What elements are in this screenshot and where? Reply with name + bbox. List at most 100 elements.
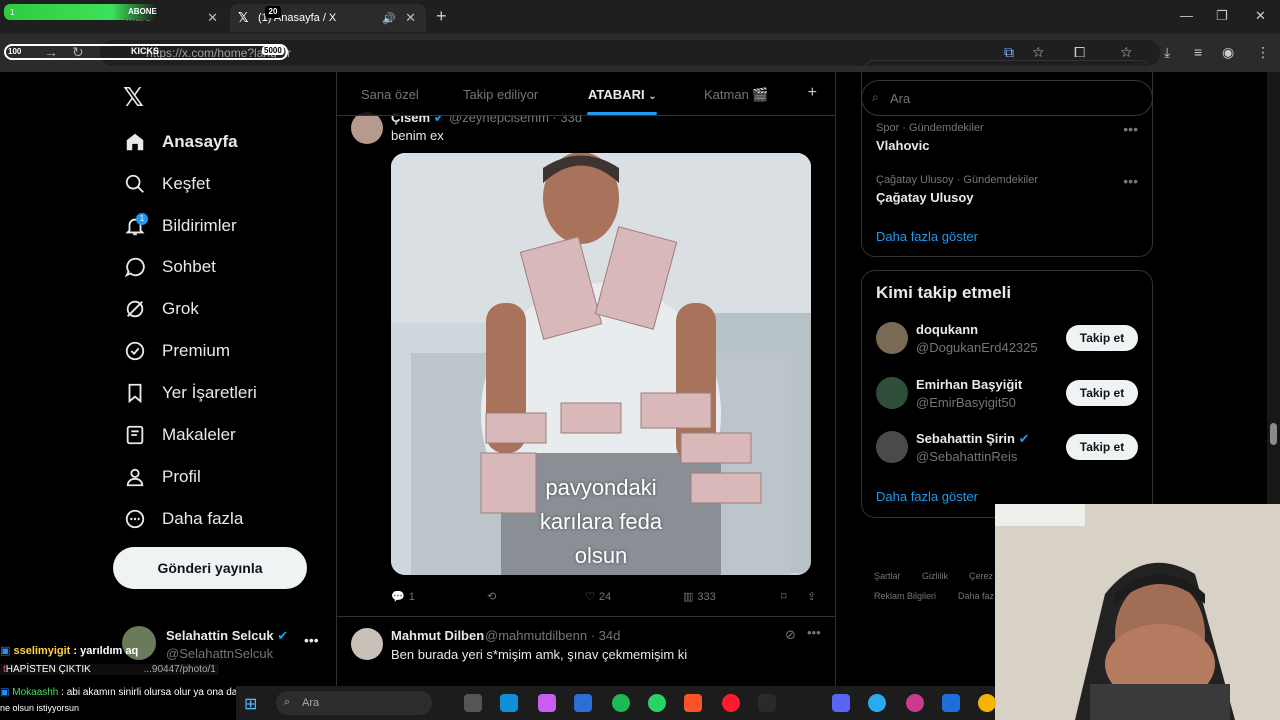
more-icon[interactable]: ••• bbox=[807, 625, 821, 640]
download-icon[interactable]: ⤓ bbox=[1164, 44, 1170, 61]
media-control-icon[interactable]: ≡ bbox=[1194, 44, 1202, 60]
follow-button[interactable]: Takip et bbox=[1066, 380, 1138, 406]
app-icon[interactable] bbox=[574, 694, 592, 712]
taskbar-search[interactable]: ⌕ Ara bbox=[276, 691, 432, 715]
app-icon[interactable] bbox=[758, 694, 776, 712]
telegram-icon[interactable] bbox=[868, 694, 886, 712]
show-more-link[interactable]: Daha fazla göster bbox=[876, 489, 978, 504]
search-icon bbox=[122, 171, 148, 197]
suggested-user-name[interactable]: Sebahattin Şirin ✔ bbox=[916, 431, 1030, 447]
trend-name[interactable]: Çağatay Ulusoy bbox=[876, 190, 974, 205]
avatar[interactable] bbox=[876, 377, 908, 409]
opera-icon[interactable] bbox=[722, 694, 740, 712]
close-icon[interactable]: ✕ bbox=[405, 10, 416, 26]
trend-name[interactable]: Vlahovic bbox=[876, 138, 929, 153]
scrollbar-thumb[interactable] bbox=[1270, 423, 1277, 445]
nav-item-bookmarks[interactable]: Yer İşaretleri bbox=[122, 378, 257, 408]
chrome-icon[interactable] bbox=[978, 694, 996, 712]
article-icon bbox=[122, 422, 148, 448]
suggested-user-handle: @DogukanErd42325 bbox=[916, 340, 1038, 355]
tab-for-you[interactable]: Sana özel bbox=[361, 87, 419, 102]
tweet-author-name[interactable]: Mahmut Dilben bbox=[391, 628, 484, 643]
add-tab-icon[interactable]: + bbox=[808, 84, 817, 102]
nav-item-articles[interactable]: Makaleler bbox=[122, 420, 236, 450]
avatar[interactable] bbox=[351, 112, 383, 144]
install-app-icon[interactable]: ⧉ bbox=[1004, 44, 1014, 61]
speaker-icon[interactable]: 🔊 bbox=[382, 12, 396, 25]
overlay-abone-one: 1 bbox=[10, 7, 15, 17]
star-icon[interactable]: ☆ bbox=[1032, 44, 1045, 61]
reply-button[interactable]: 💬 1 bbox=[391, 590, 415, 604]
nav-item-chat[interactable]: Sohbet bbox=[122, 252, 216, 282]
active-tab-indicator bbox=[587, 112, 657, 115]
tweet-actions: 💬 1 ⟲ ♡ 24 ▥ 333 ⌑ ⇪ bbox=[391, 590, 821, 610]
nav-item-explore[interactable]: Keşfet bbox=[122, 169, 210, 199]
window-close-icon[interactable]: ✕ bbox=[1255, 8, 1266, 24]
maximize-icon[interactable]: ❐ bbox=[1216, 8, 1228, 24]
menu-kebab-icon[interactable]: ⋮ bbox=[1256, 44, 1270, 61]
views-button[interactable]: ▥ 333 bbox=[683, 590, 716, 604]
nav-item-notifications[interactable]: 1 Bildirimler bbox=[122, 211, 237, 241]
more-icon[interactable]: ••• bbox=[304, 632, 319, 648]
outlook-icon[interactable] bbox=[942, 694, 960, 712]
follow-button[interactable]: Takip et bbox=[1066, 325, 1138, 351]
show-more-link[interactable]: Daha fazla göster bbox=[876, 229, 978, 244]
whatsapp-icon[interactable] bbox=[648, 694, 666, 712]
more-icon[interactable]: ••• bbox=[1123, 121, 1138, 137]
repost-button[interactable]: ⟲ bbox=[487, 590, 496, 603]
nav-item-profile[interactable]: Profil bbox=[122, 462, 201, 492]
footer-link[interactable]: Gizlilik bbox=[922, 571, 948, 581]
x-logo[interactable]: 𝕏 bbox=[123, 82, 144, 113]
share-button[interactable]: ⇪ bbox=[807, 590, 816, 603]
avatar[interactable] bbox=[876, 322, 908, 354]
tweet-text: benim ex bbox=[391, 128, 444, 143]
tab-atabari[interactable]: ATABARI ⌄ bbox=[588, 87, 657, 102]
edge-icon[interactable] bbox=[500, 694, 518, 712]
spotify-icon[interactable] bbox=[612, 694, 630, 712]
footer-link[interactable]: Şartlar bbox=[874, 571, 901, 581]
nav-item-grok[interactable]: Grok bbox=[122, 294, 199, 324]
bookmarks-icon[interactable]: ☆ bbox=[1120, 44, 1133, 61]
nav-item-home[interactable]: Anasayfa bbox=[122, 127, 238, 157]
discord-icon[interactable] bbox=[832, 694, 850, 712]
webcam-illustration bbox=[995, 504, 1280, 720]
close-icon[interactable]: ✕ bbox=[207, 10, 218, 26]
footer-link[interactable]: Çerez bbox=[969, 571, 993, 581]
suggested-user-name[interactable]: doqukann bbox=[916, 322, 978, 337]
nav-label-notifications: Bildirimler bbox=[162, 216, 237, 235]
more-icon[interactable]: ••• bbox=[1123, 173, 1138, 189]
search-input[interactable]: ⌕ Ara bbox=[861, 80, 1153, 116]
avatar[interactable] bbox=[876, 431, 908, 463]
tweet-text: Ben burada yeri s*mişim amk, şınav çekme… bbox=[391, 647, 688, 662]
suggested-user-name[interactable]: Emirhan Başyiğit bbox=[916, 377, 1022, 392]
windows-start-icon[interactable]: ⊞ bbox=[244, 694, 257, 714]
app-icon[interactable] bbox=[906, 694, 924, 712]
brave-icon[interactable] bbox=[684, 694, 702, 712]
browser-tab-2[interactable]: 𝕏 (1) Anasayfa / X 🔊 ✕ bbox=[230, 4, 426, 32]
extensions-icon[interactable]: ⧠ bbox=[1074, 44, 1085, 61]
new-tab-icon[interactable]: + bbox=[436, 6, 447, 27]
account-switcher[interactable]: Selahattin Selcuk ✔ @SelahattnSelcuk ••• bbox=[122, 626, 322, 666]
profile-avatar-icon[interactable]: ◉ bbox=[1222, 44, 1234, 61]
timeline-tabs: Sana özel Takip ediliyor ATABARI ⌄ Katma… bbox=[337, 72, 835, 116]
follow-button[interactable]: Takip et bbox=[1066, 434, 1138, 460]
grok-icon[interactable]: ⊘ bbox=[785, 627, 796, 643]
minimize-icon[interactable]: — bbox=[1180, 8, 1193, 23]
image-caption-line: pavyondaki bbox=[545, 475, 657, 500]
nav-item-more[interactable]: Daha fazla bbox=[122, 504, 243, 534]
footer-link[interactable]: Reklam Bilgileri bbox=[874, 591, 936, 601]
file-explorer-icon[interactable] bbox=[464, 694, 482, 712]
copilot-icon[interactable] bbox=[538, 694, 556, 712]
bookmark-button[interactable]: ⌑ bbox=[781, 590, 787, 603]
search-icon: ⌕ bbox=[284, 696, 291, 708]
tab-following[interactable]: Takip ediliyor bbox=[463, 87, 538, 102]
nav-label-profile: Profil bbox=[162, 467, 201, 486]
tweet-media-image[interactable]: pavyondaki karılara feda olsun bbox=[391, 153, 811, 575]
tweet-author-handle[interactable]: @mahmutdilbenn · 34d bbox=[485, 628, 620, 643]
footer-link[interactable]: Daha faz bbox=[958, 591, 994, 601]
nav-item-premium[interactable]: Premium bbox=[122, 336, 230, 366]
tab-katman[interactable]: Katman 🎬 bbox=[704, 87, 769, 103]
like-button[interactable]: ♡ 24 bbox=[585, 590, 611, 604]
avatar[interactable] bbox=[351, 628, 383, 660]
post-button[interactable]: Gönderi yayınla bbox=[113, 547, 307, 589]
